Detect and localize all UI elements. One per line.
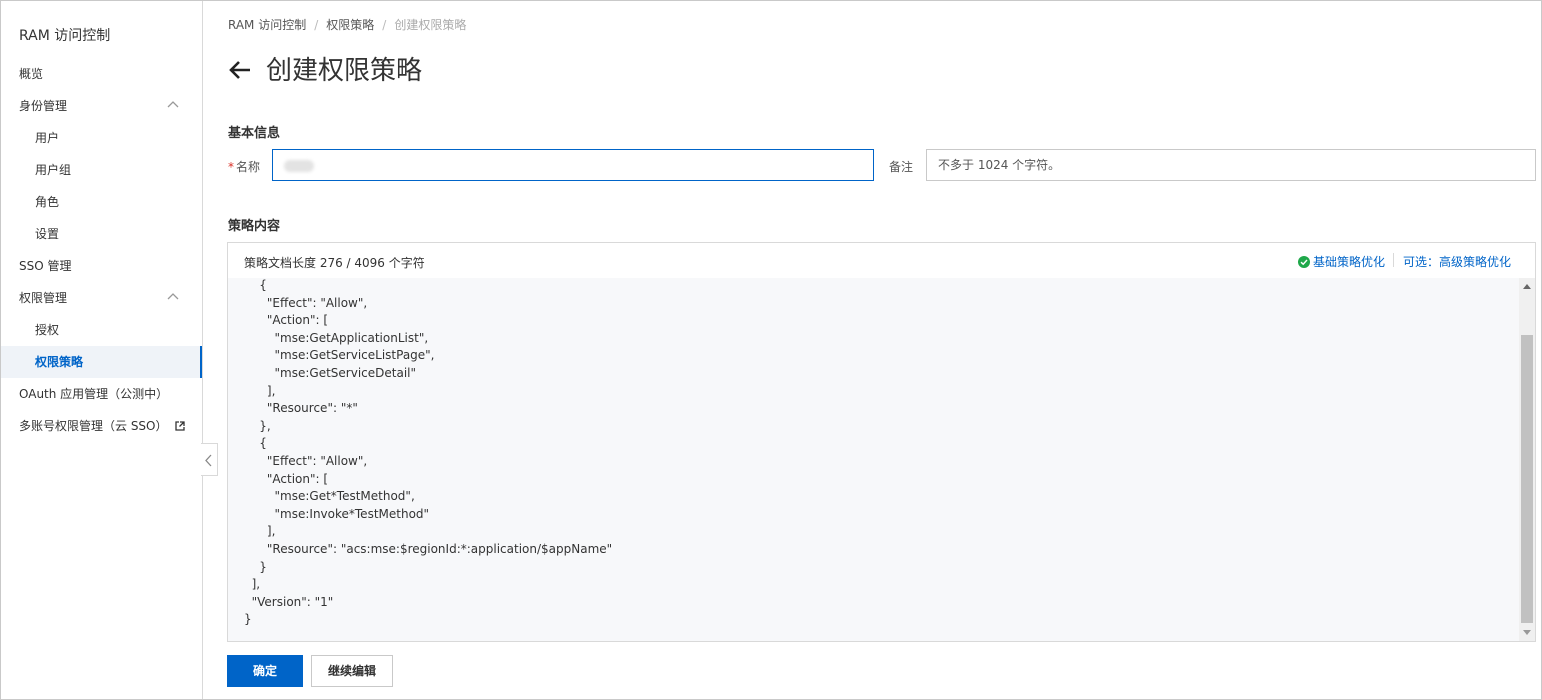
sidebar-item-users[interactable]: 用户 [1, 122, 202, 154]
chevron-up-icon [167, 101, 179, 108]
editor-header: 策略文档长度 276 / 4096 个字符 基础策略优化 可选：高级策略优化 [228, 243, 1535, 279]
scroll-up-arrow[interactable] [1523, 284, 1531, 289]
code-line: "Effect": "Allow", [244, 295, 368, 310]
code-line: "Resource": "acs:mse:$regionId:*:applica… [244, 542, 613, 556]
page-title: 创建权限策略 [266, 56, 423, 86]
doc-length-text: 策略文档长度 276 / 4096 个字符 [244, 256, 425, 270]
back-arrow-icon[interactable] [228, 59, 252, 81]
sidebar-item-label: 权限策略 [35, 355, 84, 369]
note-label: 备注 [889, 160, 914, 174]
sidebar-item-label: 身份管理 [19, 99, 68, 113]
code-line: "mse:GetApplicationList", [244, 330, 429, 345]
note-input[interactable]: 不多于 1024 个字符。 [926, 149, 1536, 181]
sidebar-group-permissions[interactable]: 权限管理 [1, 282, 202, 314]
sidebar-collapse-button[interactable] [201, 443, 218, 476]
code-line: } [244, 559, 267, 574]
editor-scrollbar[interactable] [1519, 278, 1535, 641]
code-line: "Resource": "*" [244, 401, 358, 416]
sidebar-item-oauth[interactable]: OAuth 应用管理（公测中） [1, 378, 202, 410]
sidebar-item-policies[interactable]: 权限策略 [1, 346, 202, 378]
divider [1393, 253, 1394, 267]
code-line: ], [244, 383, 276, 398]
sidebar-item-user-groups[interactable]: 用户组 [1, 154, 202, 186]
sidebar-item-grants[interactable]: 授权 [1, 314, 202, 346]
code-line: "mse:Get*TestMethod", [244, 489, 415, 504]
scroll-down-arrow[interactable] [1523, 630, 1531, 635]
sidebar-item-label: 用户 [35, 131, 60, 145]
code-line: "Action": [ [244, 471, 329, 486]
chevron-up-icon [167, 293, 179, 300]
scroll-thumb[interactable] [1521, 335, 1533, 623]
sidebar: RAM 访问控制 概览 身份管理 用户 用户组 角色 设置 SSO 管理 权限管… [1, 1, 203, 699]
redacted-name-value [284, 159, 314, 172]
code-editor[interactable]: { "Effect": "Allow", "Action": [ "mse:Ge… [228, 278, 1519, 641]
sidebar-item-roles[interactable]: 角色 [1, 186, 202, 218]
note-placeholder: 不多于 1024 个字符。 [938, 158, 1061, 172]
sidebar-item-sso[interactable]: SSO 管理 [1, 250, 202, 282]
code-line: } [244, 612, 252, 627]
chevron-left-icon [205, 454, 212, 467]
code-line: }, [244, 418, 271, 433]
breadcrumb-current: 创建权限策略 [394, 18, 467, 32]
sidebar-item-settings[interactable]: 设置 [1, 218, 202, 250]
external-link-icon [175, 421, 185, 431]
sidebar-item-label: 设置 [35, 227, 60, 241]
code-line: "Version": "1" [244, 594, 334, 609]
breadcrumb-item[interactable]: 权限策略 [326, 18, 374, 32]
sidebar-item-label: 概览 [19, 67, 44, 81]
sidebar-item-label: SSO 管理 [19, 259, 72, 273]
name-label: * 名称 [228, 160, 261, 174]
code-line: { [244, 436, 267, 451]
sidebar-title: RAM 访问控制 [19, 28, 111, 44]
basic-info-title: 基本信息 [228, 126, 281, 141]
sidebar-item-label: 角色 [35, 195, 60, 209]
breadcrumb-item[interactable]: RAM 访问控制 [228, 18, 306, 32]
sidebar-item-label: 授权 [35, 323, 60, 337]
policy-name-input[interactable] [272, 149, 874, 181]
code-line: "mse:GetServiceDetail" [244, 366, 417, 380]
policy-content-title: 策略内容 [228, 219, 281, 234]
sidebar-item-overview[interactable]: 概览 [1, 58, 202, 90]
code-line: "Effect": "Allow", [244, 454, 368, 468]
code-line: "mse:Invoke*TestMethod" [244, 506, 430, 521]
sidebar-item-label: 权限管理 [19, 291, 68, 305]
basic-optimize-link[interactable]: 基础策略优化 [1298, 253, 1385, 270]
confirm-button[interactable]: 确定 [227, 655, 303, 687]
code-line: "Action": [ [244, 313, 329, 328]
sidebar-item-label: 多账号权限管理（云 SSO） [19, 419, 168, 433]
check-circle-icon [1298, 256, 1310, 268]
continue-edit-button[interactable]: 继续编辑 [311, 655, 393, 687]
code-line: { [244, 278, 267, 292]
advanced-optimize-link[interactable]: 可选：高级策略优化 [1403, 253, 1511, 270]
sidebar-group-identity[interactable]: 身份管理 [1, 90, 202, 122]
required-mark: * [228, 160, 234, 174]
sidebar-item-cloud-sso[interactable]: 多账号权限管理（云 SSO） [1, 410, 202, 442]
code-line: ], [244, 577, 261, 592]
breadcrumb: RAM 访问控制 / 权限策略 / 创建权限策略 [228, 18, 467, 32]
policy-editor: 策略文档长度 276 / 4096 个字符 基础策略优化 可选：高级策略优化 {… [227, 242, 1536, 642]
sidebar-item-label: OAuth 应用管理（公测中） [19, 387, 169, 401]
code-line: ], [244, 524, 276, 539]
code-line: "mse:GetServiceListPage", [244, 348, 435, 363]
sidebar-item-label: 用户组 [35, 163, 72, 177]
